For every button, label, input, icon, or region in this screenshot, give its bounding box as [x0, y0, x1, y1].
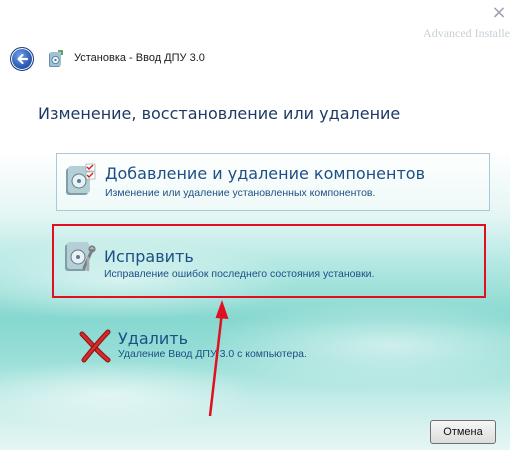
annotation-arrow-icon — [208, 300, 229, 417]
installer-window: × Advanced Installer Установка - Ввод ДП… — [0, 0, 510, 450]
cancel-button[interactable]: Отмена — [430, 420, 496, 444]
